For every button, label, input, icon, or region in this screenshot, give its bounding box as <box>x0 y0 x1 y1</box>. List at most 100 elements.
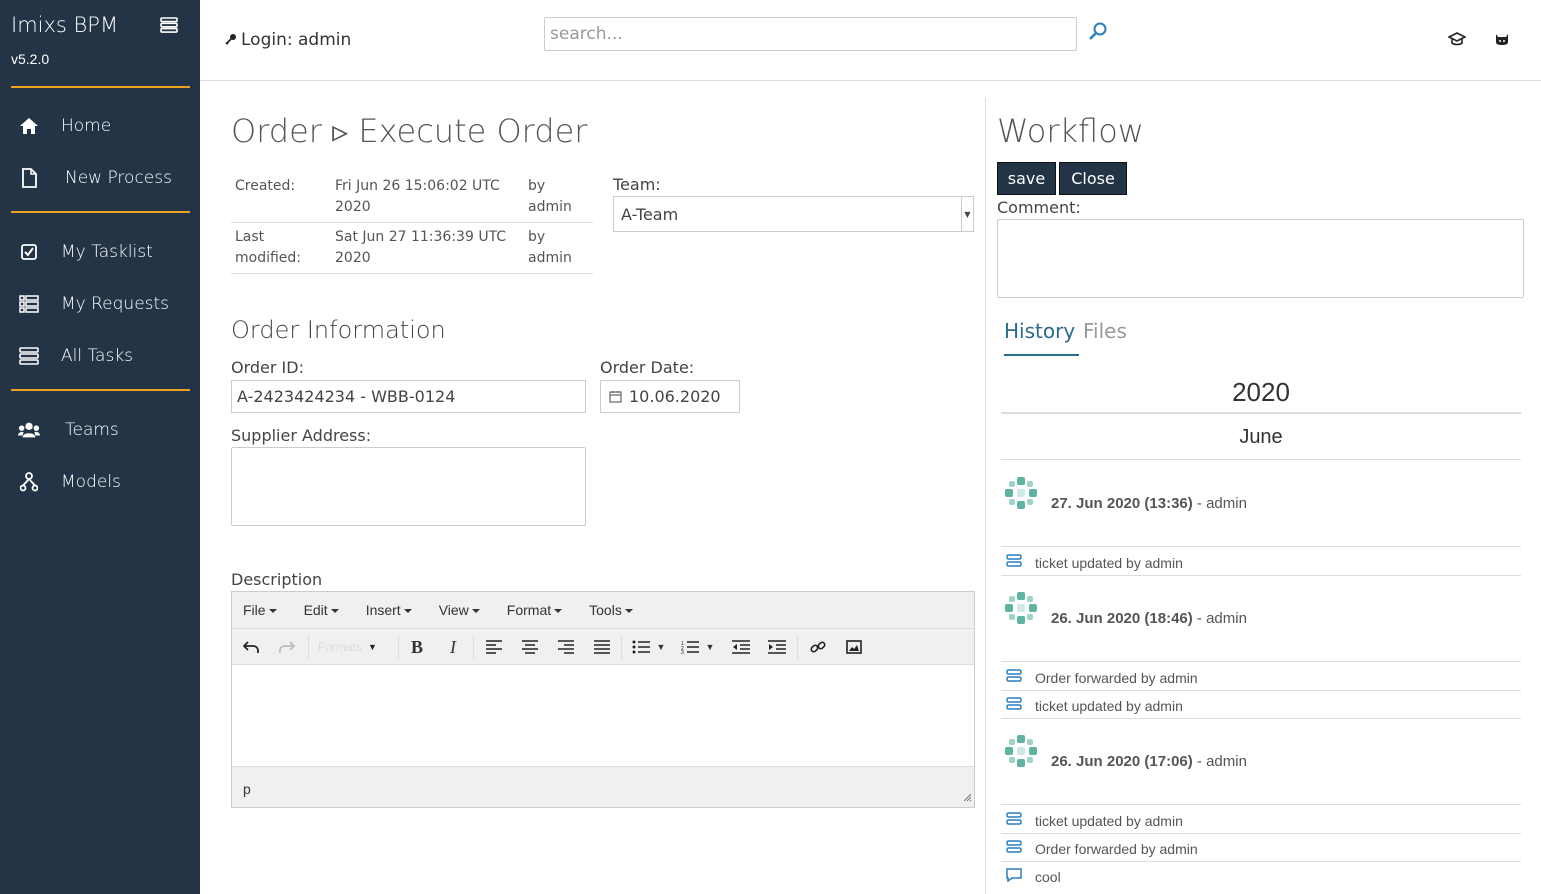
main-content: Order ▹ Execute Order Created: Fri Jun 2… <box>200 82 985 894</box>
align-center-icon[interactable] <box>520 637 540 657</box>
toolbar-separator <box>797 635 798 659</box>
redo-icon[interactable] <box>277 637 297 657</box>
sidebar-item-label: All Tasks <box>61 346 134 366</box>
history-entry: Order forwarded by admin <box>1001 663 1521 691</box>
modified-by: by admin <box>524 222 593 274</box>
sidebar-item-models[interactable]: Models <box>0 462 200 502</box>
history-entry: cool <box>1001 862 1521 890</box>
tab-files[interactable]: Files <box>1083 319 1127 343</box>
created-by: by admin <box>524 172 593 223</box>
history-entry: ticket updated by admin <box>1001 548 1521 576</box>
history-month: June <box>1001 426 1521 460</box>
menu-insert[interactable]: Insert <box>366 602 412 618</box>
link-icon[interactable] <box>808 637 828 657</box>
sidebar-item-label: New Process <box>65 168 172 188</box>
supplier-address-field[interactable] <box>231 447 586 526</box>
comment-field[interactable] <box>997 219 1524 298</box>
outdent-icon[interactable] <box>731 637 751 657</box>
formats-dropdown[interactable]: Formats ▼ <box>318 637 388 657</box>
login-label: Login: admin <box>241 30 352 50</box>
save-button[interactable]: save <box>997 162 1056 195</box>
indent-icon[interactable] <box>767 637 787 657</box>
modified-value: Sat Jun 27 11:36:39 UTC 2020 <box>331 222 524 274</box>
menu-tools[interactable]: Tools <box>589 602 633 618</box>
image-icon[interactable] <box>844 637 864 657</box>
toolbar-separator <box>621 635 622 659</box>
modified-label: Last modified: <box>231 222 331 274</box>
menu-toggle-icon[interactable] <box>160 17 180 35</box>
list-icon <box>18 293 40 315</box>
page-title: Order ▹ Execute Order <box>231 112 588 150</box>
sidebar-item-home[interactable]: Home <box>0 106 200 146</box>
align-right-icon[interactable] <box>556 637 576 657</box>
file-icon <box>18 167 40 189</box>
toolbar-separator <box>473 635 474 659</box>
bold-icon[interactable]: B <box>407 637 427 657</box>
menu-view[interactable]: View <box>439 602 480 618</box>
team-select[interactable]: A-Team ▼ <box>613 196 974 232</box>
sidebar-divider <box>11 389 190 391</box>
editor-body[interactable] <box>232 665 974 766</box>
sidebar-item-label: Teams <box>65 420 119 440</box>
element-path: p <box>243 781 251 797</box>
svg-text:3: 3 <box>681 650 684 654</box>
sidebar-item-my-tasklist[interactable]: My Tasklist <box>0 232 200 272</box>
order-date-label: Order Date: <box>600 358 695 377</box>
sitemap-icon <box>18 471 40 493</box>
section-title: Order Information <box>231 316 446 344</box>
team-value: A-Team <box>621 204 679 224</box>
created-value: Fri Jun 26 15:06:02 UTC 2020 <box>331 172 524 223</box>
order-date-input[interactable]: 10.06.2020 <box>600 380 740 413</box>
history-item: 26. Jun 2020 (17:06) - admin <box>1001 718 1521 805</box>
workflow-title: Workflow <box>997 112 1144 150</box>
sidebar-item-label: Home <box>61 116 112 136</box>
menu-format[interactable]: Format <box>507 602 562 618</box>
history-entry-text: ticket updated by admin <box>1035 555 1183 571</box>
sidebar-item-my-requests[interactable]: My Requests <box>0 284 200 324</box>
search-icon[interactable] <box>1088 22 1110 44</box>
menu-file[interactable]: File <box>243 602 277 618</box>
sidebar-divider <box>11 86 190 88</box>
table-row: Created: Fri Jun 26 15:06:02 UTC 2020 by… <box>231 172 593 223</box>
editor-menubar: File Edit Insert View Format Tools <box>232 592 974 629</box>
brand-title[interactable]: Imixs BPM <box>11 13 118 37</box>
stack-icon <box>1006 554 1022 568</box>
order-id-value: A-2423424234 - WBB-0124 <box>237 387 456 406</box>
check-square-icon <box>18 241 40 263</box>
numbered-list-icon[interactable]: 123 <box>680 637 700 657</box>
undo-icon[interactable] <box>241 637 261 657</box>
history-item: 26. Jun 2020 (18:46) - admin <box>1001 575 1521 662</box>
stack-icon <box>1006 669 1022 683</box>
chevron-down-icon[interactable]: ▼ <box>704 637 716 657</box>
version-label: v5.2.0 <box>11 51 50 67</box>
sidebar-item-new-process[interactable]: New Process <box>0 158 200 198</box>
home-icon <box>18 115 40 137</box>
italic-icon[interactable]: I <box>443 637 463 657</box>
active-tab-indicator <box>1004 354 1079 356</box>
history-item: 27. Jun 2020 (13:36) - admin <box>1001 460 1521 547</box>
tab-history[interactable]: History <box>1004 319 1075 343</box>
align-left-icon[interactable] <box>484 637 504 657</box>
bullet-list-icon[interactable] <box>631 637 651 657</box>
stack-icon <box>1006 697 1022 711</box>
history-entry: ticket updated by admin <box>1001 691 1521 719</box>
close-button[interactable]: Close <box>1059 162 1127 195</box>
editor-statusbar: p <box>232 766 974 807</box>
comment-icon <box>1006 868 1022 883</box>
workflow-panel: Workflow save Close Comment: History Fil… <box>985 98 1541 894</box>
sidebar-item-all-tasks[interactable]: All Tasks <box>0 336 200 376</box>
align-justify-icon[interactable] <box>592 637 612 657</box>
chevron-down-icon[interactable]: ▼ <box>655 637 667 657</box>
formats-label: Formats <box>318 640 363 654</box>
menu-edit[interactable]: Edit <box>304 602 339 618</box>
order-date-value: 10.06.2020 <box>629 387 721 406</box>
sidebar-item-teams[interactable]: Teams <box>0 410 200 450</box>
github-icon[interactable] <box>1494 31 1512 49</box>
sidebar-item-label: My Requests <box>61 294 170 314</box>
search-input[interactable] <box>544 17 1077 51</box>
history-entry-text: Order forwarded by admin <box>1035 670 1198 686</box>
graduation-cap-icon[interactable] <box>1447 31 1467 49</box>
order-id-input[interactable]: A-2423424234 - WBB-0124 <box>231 380 586 413</box>
resize-handle-icon[interactable] <box>963 789 972 805</box>
chevron-down-icon: ▼ <box>368 642 377 652</box>
